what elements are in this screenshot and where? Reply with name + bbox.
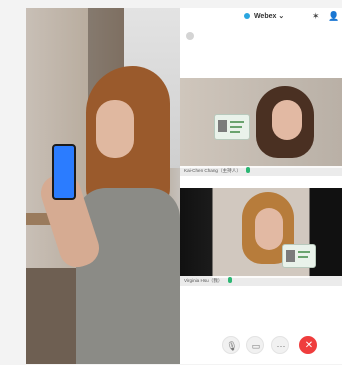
participant-name: Kai-Chen Chang（主持人） [184,168,241,173]
mic-on-icon [246,167,251,173]
id-card [282,244,316,268]
settings-icon[interactable] [186,32,194,40]
id-card-photo [286,250,295,262]
participant-tile: Virginia Hsu（我） [180,188,342,286]
id-card-line [298,251,310,253]
person-using-phone-photo [26,8,180,364]
user-icon[interactable]: 👤 [328,11,339,22]
screenshot: Webex ⌄ ✶ 👤 Kai-Chen Chang（主持人） Virginia… [0,0,342,365]
mic-on-icon [227,277,232,283]
id-card [214,114,250,140]
app-name: Webex ⌄ [244,12,284,20]
id-card-line [230,131,240,133]
bluetooth-icon: ✶ [312,11,320,21]
smartphone-icon [52,144,76,200]
photo-face [96,100,134,158]
id-card-line [230,126,242,128]
participant-name: Virginia Hsu（我） [184,278,223,283]
participant-name-bar: Kai-Chen Chang（主持人） [180,166,342,176]
video-camera-icon: ▭ [251,341,261,351]
status-bar: Webex ⌄ ✶ 👤 [180,8,342,26]
app-name-text: Webex [253,13,277,20]
chevron-down-icon: ⌄ [278,13,285,20]
more-options-button[interactable]: ⋯ [271,336,289,354]
microphone-icon: 🎙 [226,341,238,351]
close-icon: ✕ [304,340,314,351]
id-card-line [298,256,308,258]
id-card-line [230,121,244,123]
photo-shirt [76,188,180,364]
video-button[interactable]: ▭ [246,336,264,354]
mute-button[interactable]: 🎙 [222,336,240,354]
participant-face [272,100,302,140]
participant-tile: Kai-Chen Chang（主持人） [180,78,342,176]
webex-logo-icon [244,13,250,19]
call-controls: 🎙 ▭ ⋯ ✕ [180,336,342,360]
more-icon: ⋯ [276,341,286,351]
video-call-ui: Webex ⌄ ✶ 👤 Kai-Chen Chang（主持人） Virginia… [180,8,342,364]
id-card-photo [218,120,227,132]
leave-call-button[interactable]: ✕ [299,336,317,354]
participant-face [255,208,283,250]
participant-name-bar: Virginia Hsu（我） [180,276,342,286]
